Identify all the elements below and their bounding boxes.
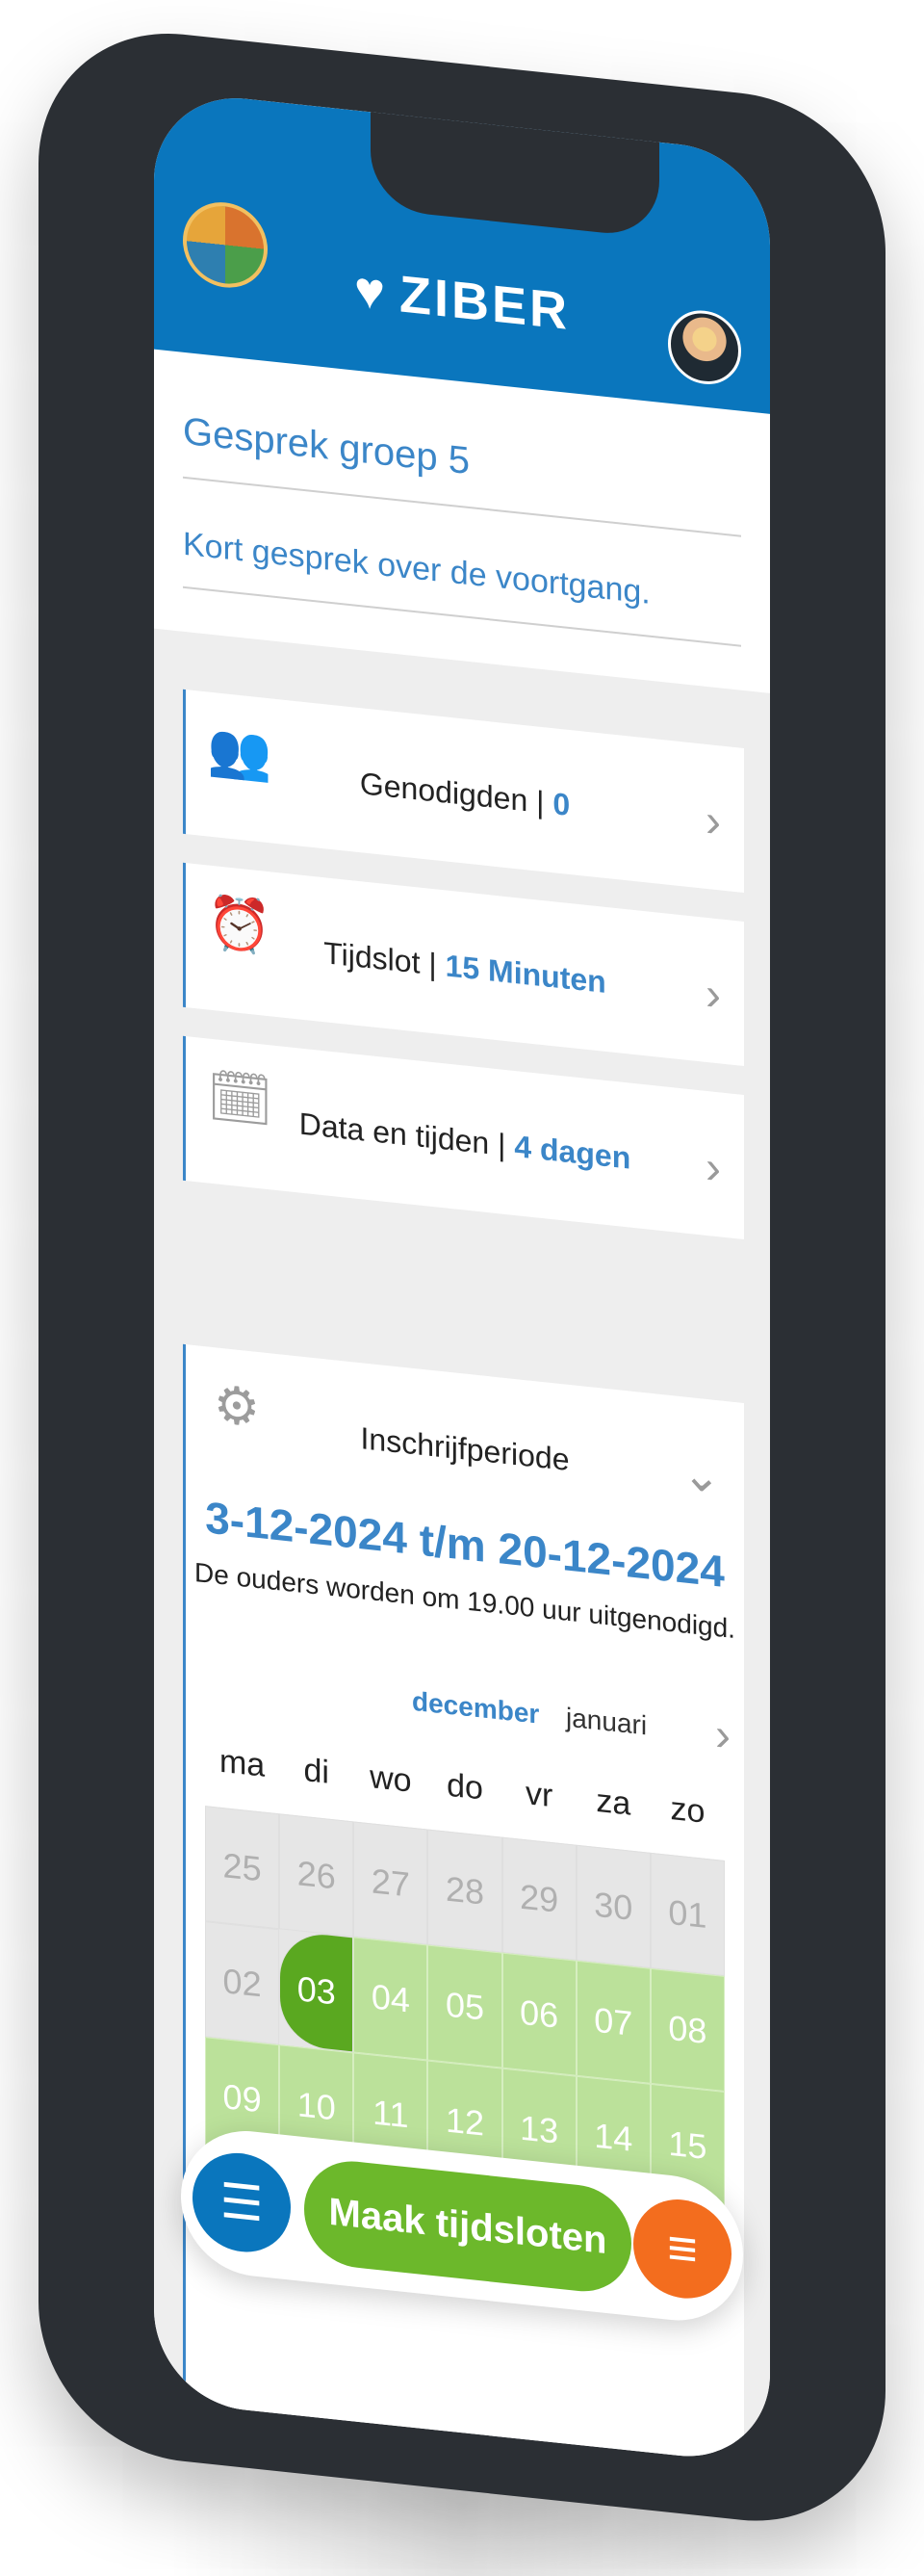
calendar-day: 27 xyxy=(353,1821,428,1945)
weekday: ma xyxy=(218,1742,266,1784)
card-dates-text: Data en tijden | 4 dagen xyxy=(186,1094,744,1188)
month-next[interactable]: januari xyxy=(566,1703,647,1742)
card-invitees-text: Genodigden | 0 xyxy=(186,747,744,842)
chevron-right-icon: › xyxy=(706,1141,721,1195)
card-timeslot-text: Tijdslot | 15 Minuten xyxy=(186,921,744,1015)
phone-frame: ♥ ZIBER Gesprek groep 5 Kort gesprek over… xyxy=(38,19,886,2536)
card-dates-label: Data en tijden xyxy=(298,1106,490,1161)
card-timeslot-label: Tijdslot xyxy=(323,935,421,980)
calendar-day-in-range[interactable]: 08 xyxy=(650,1967,725,2092)
chevron-right-icon: › xyxy=(706,794,721,848)
calendar-day: 26 xyxy=(279,1813,354,1938)
card-invitees-label: Genodigden xyxy=(359,766,528,819)
calendar-day: 25 xyxy=(205,1806,280,1930)
chevron-right-icon: › xyxy=(706,968,721,1022)
brand-name: ZIBER xyxy=(399,265,571,342)
calendar-day-selected[interactable]: 03 xyxy=(279,1929,354,2053)
month-switcher: december januari › xyxy=(186,1662,744,1762)
calendar-day-in-range[interactable]: 07 xyxy=(576,1960,651,2084)
calendar-day: 28 xyxy=(427,1829,502,1953)
weekday: wo xyxy=(370,1758,412,1800)
create-timeslots-button[interactable]: Maak tijdsloten xyxy=(304,2156,631,2297)
weekday: do xyxy=(447,1766,483,1808)
calendar-day: 29 xyxy=(501,1836,577,1961)
list-icon[interactable]: ☰ xyxy=(192,2147,291,2257)
card-timeslot-value: 15 Minuten xyxy=(445,948,606,1000)
calendar-day-in-range[interactable]: 04 xyxy=(353,1937,428,2061)
chevron-down-icon[interactable]: ⌄ xyxy=(682,1446,721,1504)
weekday: za xyxy=(596,1782,631,1823)
weekday: di xyxy=(303,1751,329,1791)
calendar-day: 02 xyxy=(205,1921,280,2045)
calendar-day-in-range[interactable]: 05 xyxy=(427,1944,502,2069)
calendar-day-in-range[interactable]: 06 xyxy=(501,1952,577,2076)
menu-icon[interactable]: ≡ xyxy=(633,2194,732,2303)
card-dates-value: 4 dagen xyxy=(514,1128,631,1176)
card-invitees-value: 0 xyxy=(552,786,571,823)
scene: ♥ ZIBER Gesprek groep 5 Kort gesprek over… xyxy=(0,0,924,2576)
separator: | xyxy=(420,945,446,983)
separator: | xyxy=(489,1126,515,1163)
calendar-day: 01 xyxy=(650,1852,725,1976)
ziber-mark-icon: ♥ xyxy=(353,260,389,323)
app-screen: ♥ ZIBER Gesprek groep 5 Kort gesprek over… xyxy=(154,89,770,2465)
calendar-day: 30 xyxy=(576,1844,651,1968)
title-field[interactable]: Gesprek groep 5 xyxy=(183,409,741,537)
period-label[interactable]: Inschrijfperiode xyxy=(186,1402,744,1496)
next-month-icon[interactable]: › xyxy=(715,1708,731,1763)
month-current[interactable]: december xyxy=(412,1686,539,1730)
separator: | xyxy=(527,783,553,821)
weekday: zo xyxy=(670,1789,706,1831)
description-field[interactable]: Kort gesprek over de voortgang. xyxy=(183,525,741,647)
weekday: vr xyxy=(525,1775,553,1815)
